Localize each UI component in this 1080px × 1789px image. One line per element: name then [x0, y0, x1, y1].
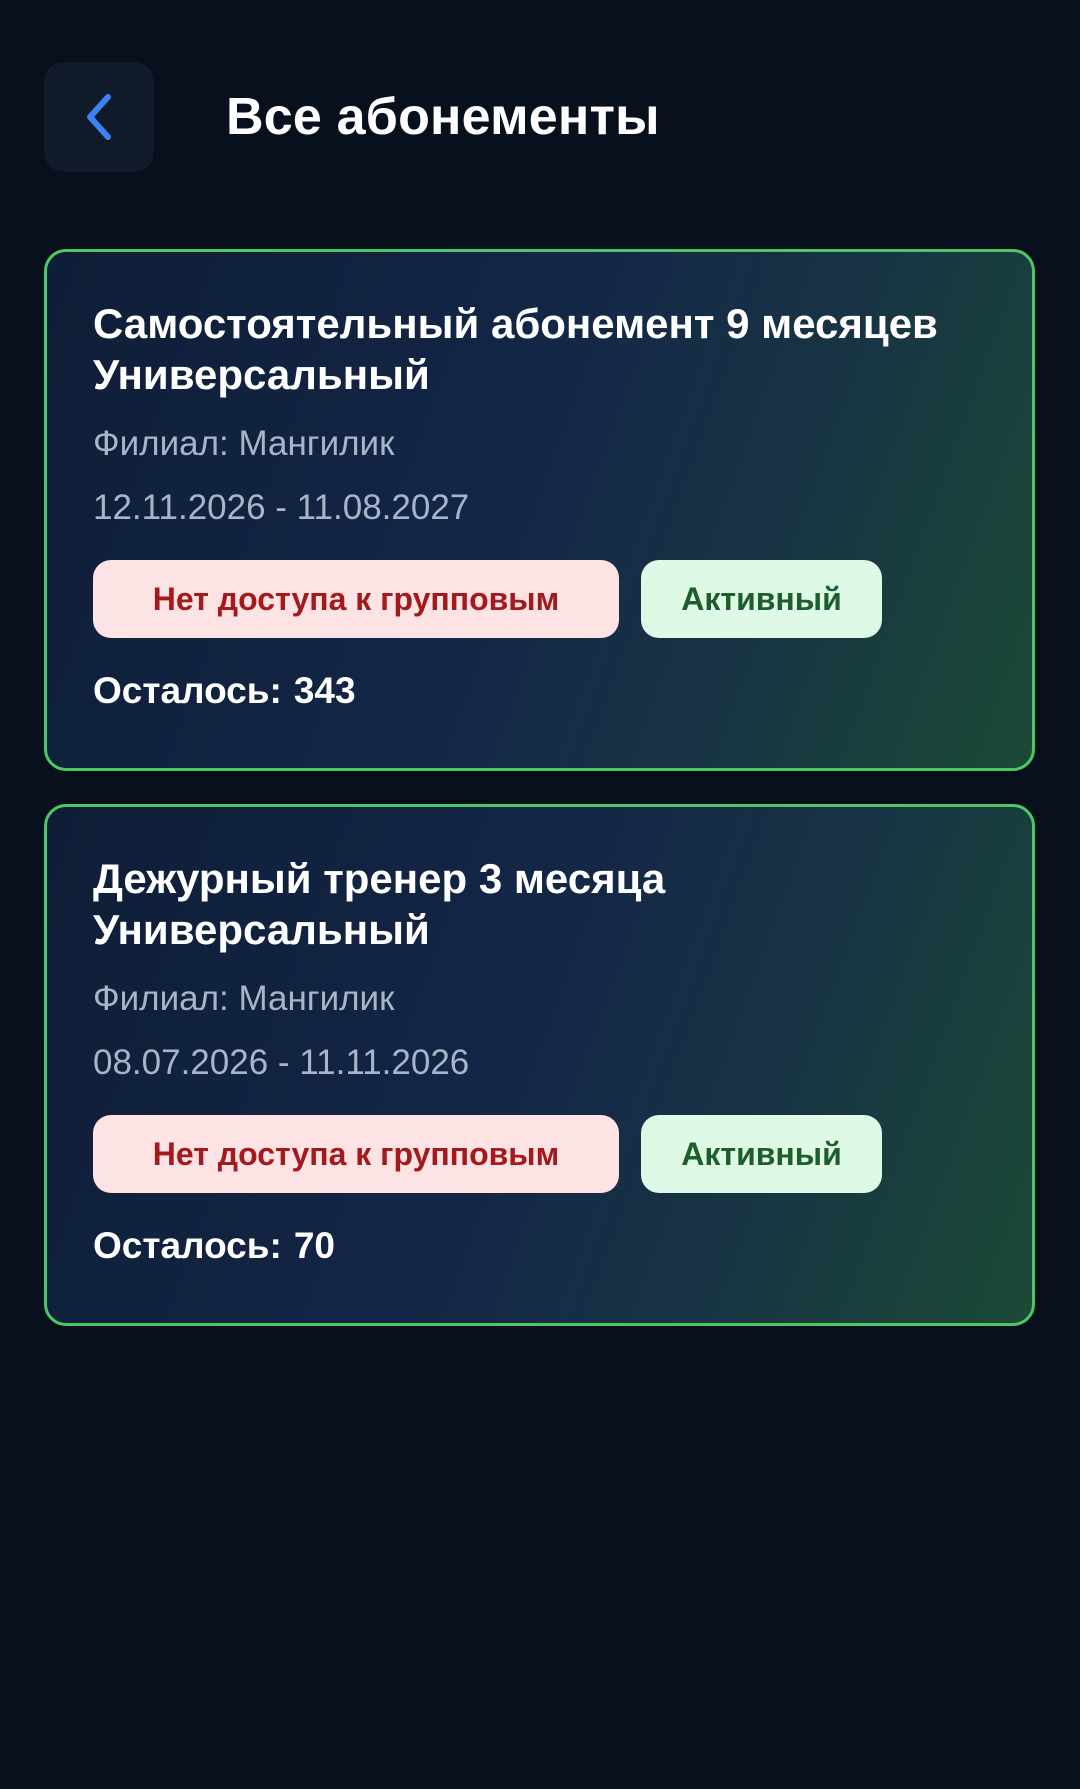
- remaining-value: 343: [293, 670, 356, 711]
- subscription-title: Дежурный тренер 3 месяца Универсальный: [93, 855, 666, 953]
- subscription-list: Самостоятельный абонемент 9 месяцев Унив…: [44, 249, 1035, 1359]
- back-button[interactable]: [44, 62, 154, 172]
- header: Все абонементы: [44, 62, 660, 172]
- subscription-branch: Филиал: Мангилик: [93, 424, 395, 463]
- chevron-left-icon: [87, 94, 111, 140]
- remaining-count: Осталось: 70: [93, 1223, 986, 1269]
- badge-row: Нет доступа к групповым Активный: [93, 1115, 986, 1193]
- remaining-value: 70: [293, 1225, 335, 1266]
- subscription-branch: Филиал: Мангилик: [93, 979, 395, 1018]
- subscription-dates: 08.07.2026 - 11.11.2026: [93, 1043, 470, 1082]
- status-badge: Активный: [641, 1115, 882, 1193]
- subscription-card[interactable]: Самостоятельный абонемент 9 месяцев Унив…: [44, 249, 1035, 771]
- no-group-access-badge: Нет доступа к групповым: [93, 1115, 619, 1193]
- no-group-access-badge: Нет доступа к групповым: [93, 560, 619, 638]
- status-badge: Активный: [641, 560, 882, 638]
- remaining-label: Осталось:: [93, 670, 282, 711]
- remaining-label: Осталось:: [93, 1225, 282, 1266]
- subscription-dates: 12.11.2026 - 11.08.2027: [93, 488, 470, 527]
- remaining-count: Осталось: 343: [93, 668, 986, 714]
- badge-row: Нет доступа к групповым Активный: [93, 560, 986, 638]
- subscription-title: Самостоятельный абонемент 9 месяцев Унив…: [93, 300, 938, 398]
- subscription-card[interactable]: Дежурный тренер 3 месяца Универсальный Ф…: [44, 804, 1035, 1326]
- page-title: Все абонементы: [226, 88, 660, 146]
